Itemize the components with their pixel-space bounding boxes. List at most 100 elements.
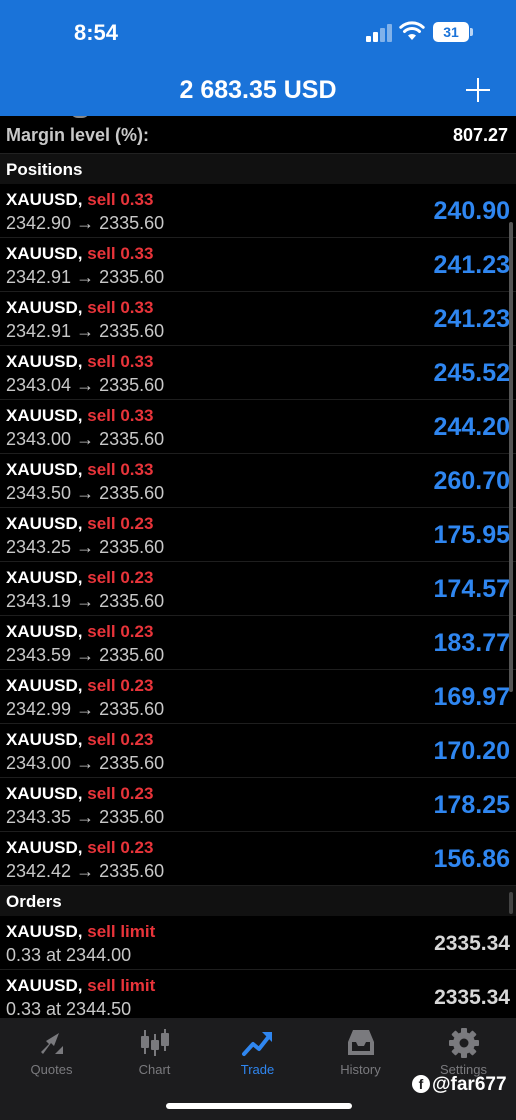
facebook-icon: f xyxy=(412,1075,430,1093)
watermark: f @far677 xyxy=(412,1074,507,1096)
margin-level-value: 807.27 xyxy=(452,125,508,145)
position-prices: 2343.25 → 2335.60 xyxy=(6,537,165,557)
position-row[interactable]: XAUUSD, sell 0.23 2343.19 → 2335.60 174.57 xyxy=(0,562,516,616)
order-detail: 0.33 at 2344.00 xyxy=(6,945,132,965)
scrollbar[interactable] xyxy=(509,222,513,692)
position-type: sell 0.23 xyxy=(87,676,154,695)
status-bar: 8:54 31 xyxy=(0,0,516,64)
position-profit: 244.20 xyxy=(433,413,510,441)
position-row[interactable]: XAUUSD, sell 0.23 2342.42 → 2335.60 156.86 xyxy=(0,832,516,886)
order-row[interactable]: XAUUSD, sell limit 0.33 at 2344.00 2335.34 xyxy=(0,916,516,970)
gear-icon xyxy=(449,1028,479,1058)
position-type: sell 0.23 xyxy=(87,838,154,857)
position-prices: 2343.00 → 2335.60 xyxy=(6,753,165,773)
plus-icon[interactable] xyxy=(464,76,492,104)
position-prices: 2343.35 → 2335.60 xyxy=(6,807,165,827)
orders-section-header: Orders xyxy=(0,886,516,916)
position-row[interactable]: XAUUSD, sell 0.33 2342.91 → 2335.60 241.23 xyxy=(0,292,516,346)
position-row[interactable]: XAUUSD, sell 0.33 2343.00 → 2335.60 244.20 xyxy=(0,400,516,454)
home-indicator xyxy=(166,1103,352,1109)
position-type: sell 0.33 xyxy=(87,244,154,263)
balance-title: 2 683.35 USD xyxy=(179,76,337,104)
position-row[interactable]: XAUUSD, sell 0.23 2343.59 → 2335.60 183.77 xyxy=(0,616,516,670)
order-price: 2335.34 xyxy=(434,986,510,1009)
order-price: 2335.34 xyxy=(434,932,510,955)
tab-history-label: History xyxy=(340,1062,381,1077)
position-symbol: XAUUSD, xyxy=(6,784,83,803)
balance-header: 2 683.35 USD xyxy=(0,64,516,116)
position-prices: 2342.42 → 2335.60 xyxy=(6,861,165,881)
position-symbol: XAUUSD, xyxy=(6,244,83,263)
position-type: sell 0.23 xyxy=(87,784,154,803)
position-symbol: XAUUSD, xyxy=(6,460,83,479)
position-row[interactable]: XAUUSD, sell 0.33 2342.91 → 2335.60 241.23 xyxy=(0,238,516,292)
watermark-text: @far677 xyxy=(432,1074,507,1095)
battery-icon: 31 xyxy=(433,22,469,42)
position-symbol: XAUUSD, xyxy=(6,406,83,425)
order-symbol: XAUUSD, xyxy=(6,976,83,995)
order-title: XAUUSD, sell limit xyxy=(6,976,155,996)
tab-trade-label: Trade xyxy=(240,1062,275,1077)
position-title: XAUUSD, sell 0.33 xyxy=(6,352,153,372)
position-profit: 183.77 xyxy=(433,629,510,657)
position-type: sell 0.33 xyxy=(87,352,154,371)
position-title: XAUUSD, sell 0.23 xyxy=(6,676,153,696)
cellular-signal-icon xyxy=(366,24,392,42)
position-title: XAUUSD, sell 0.23 xyxy=(6,622,153,642)
position-title: XAUUSD, sell 0.23 xyxy=(6,784,153,804)
position-symbol: XAUUSD, xyxy=(6,514,83,533)
trade-list[interactable]: Margin level (%): 807.27 Positions XAUUS… xyxy=(0,116,516,1018)
tab-trade[interactable]: Trade xyxy=(206,1018,309,1088)
position-profit: 169.97 xyxy=(433,683,510,711)
position-symbol: XAUUSD, xyxy=(6,190,83,209)
position-profit: 174.57 xyxy=(433,575,510,603)
position-row[interactable]: XAUUSD, sell 0.33 2343.50 → 2335.60 260.70 xyxy=(0,454,516,508)
order-type: sell limit xyxy=(87,976,156,995)
margin-level-label: Margin level (%): xyxy=(6,125,150,145)
position-profit: 175.95 xyxy=(433,521,510,549)
trade-trend-icon xyxy=(242,1032,272,1056)
position-prices: 2342.99 → 2335.60 xyxy=(6,699,165,719)
position-type: sell 0.23 xyxy=(87,568,154,587)
order-type: sell limit xyxy=(87,922,156,941)
tab-chart-label: Chart xyxy=(138,1062,171,1077)
quotes-icon xyxy=(41,1033,63,1054)
position-profit: 156.86 xyxy=(433,845,510,873)
position-prices: 2343.59 → 2335.60 xyxy=(6,645,165,665)
position-title: XAUUSD, sell 0.23 xyxy=(6,514,153,534)
tab-chart[interactable]: Chart xyxy=(103,1018,206,1088)
position-profit: 170.20 xyxy=(433,737,510,765)
position-symbol: XAUUSD, xyxy=(6,568,83,587)
position-type: sell 0.23 xyxy=(87,622,154,641)
positions-label: Positions xyxy=(6,160,83,179)
wifi-icon xyxy=(399,21,425,40)
position-profit: 245.52 xyxy=(433,359,510,387)
tab-history[interactable]: History xyxy=(309,1018,412,1088)
position-title: XAUUSD, sell 0.33 xyxy=(6,244,153,264)
orders-scrollbar[interactable] xyxy=(509,892,513,914)
history-inbox-icon xyxy=(348,1030,374,1055)
position-prices: 2343.19 → 2335.60 xyxy=(6,591,165,611)
position-row[interactable]: XAUUSD, sell 0.33 2342.90 → 2335.60 240.90 xyxy=(0,184,516,238)
position-row[interactable]: XAUUSD, sell 0.33 2343.04 → 2335.60 245.52 xyxy=(0,346,516,400)
position-prices: 2343.50 → 2335.60 xyxy=(6,483,165,503)
clipped-text-fragment xyxy=(70,116,90,118)
order-symbol: XAUUSD, xyxy=(6,922,83,941)
position-row[interactable]: XAUUSD, sell 0.23 2343.35 → 2335.60 178.25 xyxy=(0,778,516,832)
position-title: XAUUSD, sell 0.23 xyxy=(6,838,153,858)
position-symbol: XAUUSD, xyxy=(6,622,83,641)
position-prices: 2342.91 → 2335.60 xyxy=(6,267,165,287)
order-row[interactable]: XAUUSD, sell limit 0.33 at 2344.50 2335.34 xyxy=(0,970,516,1018)
position-row[interactable]: XAUUSD, sell 0.23 2343.00 → 2335.60 170.20 xyxy=(0,724,516,778)
position-title: XAUUSD, sell 0.23 xyxy=(6,568,153,588)
tab-quotes[interactable]: Quotes xyxy=(0,1018,103,1088)
position-profit: 241.23 xyxy=(433,305,510,333)
position-prices: 2342.90 → 2335.60 xyxy=(6,213,165,233)
position-type: sell 0.23 xyxy=(87,730,154,749)
position-row[interactable]: XAUUSD, sell 0.23 2342.99 → 2335.60 169.97 xyxy=(0,670,516,724)
position-profit: 240.90 xyxy=(433,197,510,225)
position-title: XAUUSD, sell 0.33 xyxy=(6,406,153,426)
position-row[interactable]: XAUUSD, sell 0.23 2343.25 → 2335.60 175.95 xyxy=(0,508,516,562)
order-title: XAUUSD, sell limit xyxy=(6,922,155,942)
battery-tip xyxy=(470,28,473,36)
